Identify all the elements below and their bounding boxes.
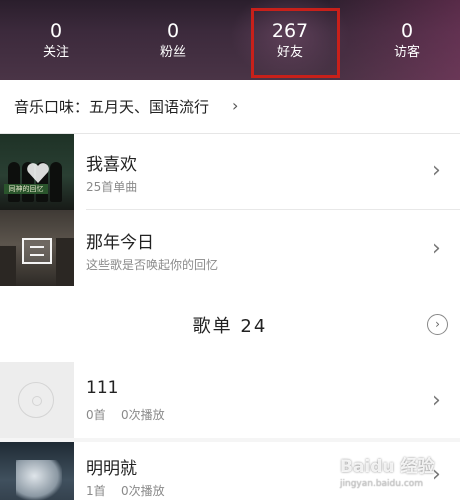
music-taste-row[interactable]: 音乐口味：五月天、国语流行 › [0, 80, 460, 134]
liked-songs-title: 我喜欢 [86, 155, 137, 175]
calendar-icon [22, 238, 52, 264]
profile-page: 0 关注 0 粉丝 267 好友 0 访客 音乐口味：五月天、国语流行 › 同神… [0, 0, 460, 500]
chevron-right-icon: › [432, 236, 441, 261]
liked-songs-row[interactable]: 同神的回忆 我喜欢 25首单曲 › [0, 134, 460, 210]
on-this-day-row[interactable]: 那年今日 这些歌是否唤起你的回忆 › [0, 210, 460, 286]
chevron-right-icon: › [232, 96, 239, 115]
cover-building [56, 238, 74, 286]
chevron-right-icon: › [432, 388, 441, 413]
playlist-play-count: 0次播放 [121, 408, 165, 422]
playlist-track-count: 0首 [86, 408, 106, 422]
watermark-logo: Baidu 经验 [340, 457, 435, 477]
on-this-day-title: 那年今日 [86, 233, 154, 253]
playlist-cover [0, 442, 74, 500]
disc-icon [18, 382, 54, 418]
friends-highlight-box [251, 8, 340, 78]
chevron-right-circle-icon[interactable]: › [427, 314, 448, 335]
playlist-track-count: 1首 [86, 484, 106, 498]
playlists-header: 歌单 24 › [0, 286, 460, 362]
liked-songs-count: 25首单曲 [86, 180, 138, 194]
cover-figure [50, 162, 62, 202]
music-taste-text: 音乐口味：五月天、国语流行 [14, 98, 210, 116]
playlists-title: 歌单 24 [192, 316, 268, 337]
chevron-right-icon: › [432, 158, 441, 183]
stat-visitors-count: 0 [400, 20, 414, 42]
playlist-row[interactable]: 111 0首 0次播放 › [0, 362, 460, 438]
playlist-cover-placeholder [0, 362, 74, 438]
cover-image [16, 460, 62, 500]
on-this-day-cover [0, 210, 74, 286]
cover-building [0, 246, 16, 286]
playlist-play-count: 0次播放 [121, 484, 165, 498]
stat-visitors[interactable]: 0 访客 [367, 20, 447, 62]
playlist-title: 明明就 [86, 459, 137, 479]
heart-icon [27, 163, 49, 183]
stat-following-count: 0 [49, 20, 63, 42]
liked-songs-cover: 同神的回忆 [0, 134, 74, 210]
playlist-title: 111 [86, 378, 119, 398]
on-this-day-subtitle: 这些歌是否唤起你的回忆 [86, 258, 219, 272]
stat-visitors-label: 访客 [393, 45, 420, 60]
stat-followers-count: 0 [166, 20, 180, 42]
stats-bar: 0 关注 0 粉丝 267 好友 0 访客 [0, 0, 460, 80]
stat-following[interactable]: 0 关注 [16, 20, 96, 62]
cover-banner-text: 同神的回忆 [4, 184, 48, 194]
stat-following-label: 关注 [42, 45, 69, 60]
stat-followers-label: 粉丝 [159, 45, 186, 60]
cover-figure [8, 162, 20, 202]
watermark-site: jingyan.baidu.com [340, 479, 424, 489]
baidu-watermark: Baidu 经验 jingyan.baidu.com [340, 452, 450, 492]
stat-followers[interactable]: 0 粉丝 [133, 20, 213, 62]
